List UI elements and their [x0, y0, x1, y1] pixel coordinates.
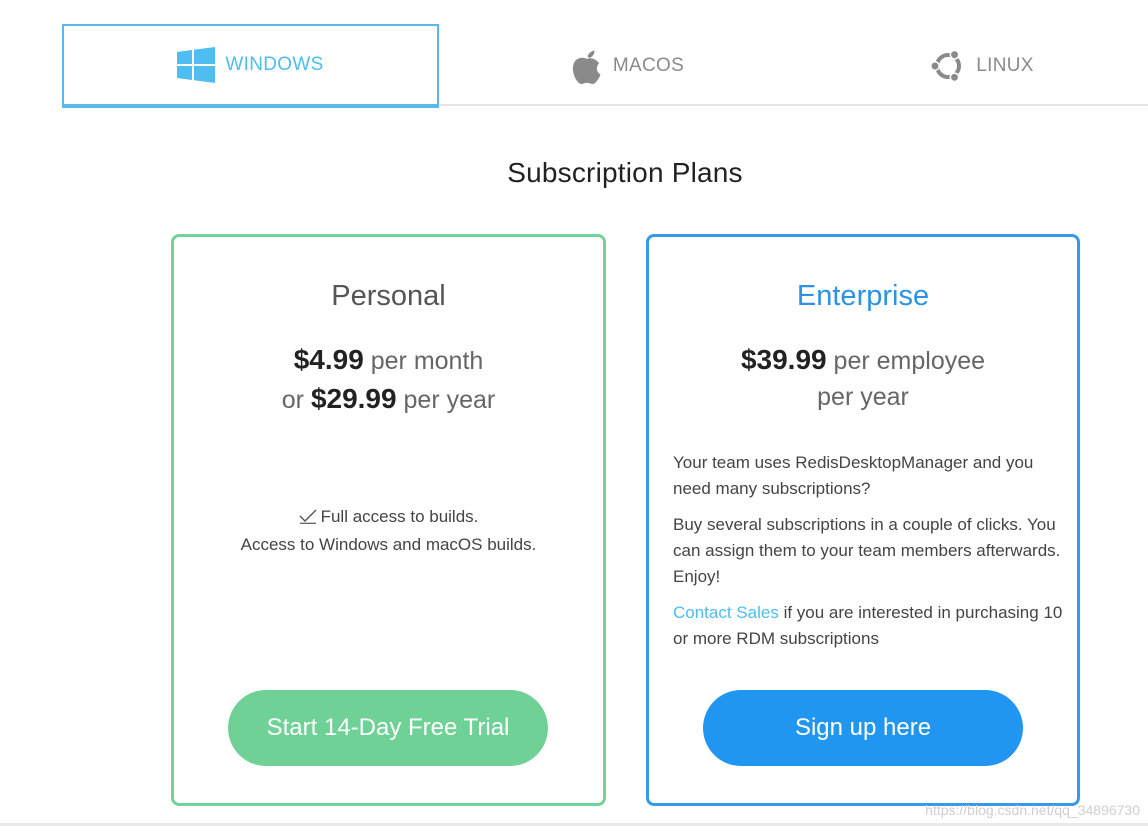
- apple-icon: [571, 47, 603, 85]
- tab-windows[interactable]: WINDOWS: [62, 24, 439, 108]
- tab-label: MACOS: [612, 55, 685, 76]
- tab-linux[interactable]: LINUX: [816, 24, 1148, 108]
- feature-item: Full access to builds.: [174, 504, 603, 532]
- plan-name: Personal: [331, 280, 446, 312]
- price-or: or: [281, 386, 304, 414]
- windows-icon: [177, 47, 216, 83]
- contact-sales-link[interactable]: Contact Sales: [673, 603, 779, 622]
- enterprise-description: Buy several subscriptions in a couple of…: [673, 515, 1061, 586]
- tab-label: WINDOWS: [225, 54, 324, 75]
- sign-up-button[interactable]: Sign up here: [703, 690, 1023, 766]
- ubuntu-icon: [930, 48, 966, 84]
- feature-item: Access to Windows and macOS builds.: [174, 532, 603, 558]
- price-period: per year: [403, 386, 496, 414]
- feature-list: Full access to builds. Access to Windows…: [174, 504, 603, 558]
- checkmark-icon: [299, 506, 317, 532]
- feature-text: Full access to builds.: [320, 507, 479, 526]
- enterprise-description: Your team uses RedisDesktopManager and y…: [673, 453, 1034, 498]
- tab-macos[interactable]: MACOS: [439, 24, 816, 108]
- price-period: per year: [817, 383, 909, 411]
- price-amount: $4.99: [293, 344, 364, 375]
- price-amount: $39.99: [740, 344, 827, 375]
- price-amount: $29.99: [310, 383, 397, 414]
- plan-card-enterprise: Enterprise $39.99 per employee per year …: [646, 234, 1080, 806]
- plan-card-personal: Personal $4.99 per month or $29.99 per y…: [171, 234, 606, 806]
- feature-text: Access to Windows and macOS builds.: [240, 535, 537, 554]
- page-title: Subscription Plans: [507, 157, 743, 188]
- price-yearly: or $29.99 per year: [174, 383, 603, 415]
- price-monthly: $4.99 per month: [174, 344, 603, 376]
- price-period: per month: [370, 347, 484, 375]
- tab-label: LINUX: [976, 55, 1034, 76]
- price-employee: $39.99 per employee: [649, 344, 1077, 376]
- plan-name: Enterprise: [796, 280, 930, 312]
- watermark: https://blog.csdn.net/qq_34896730: [925, 802, 1140, 818]
- price-period: per employee: [833, 347, 986, 375]
- enterprise-contact-note: Contact Sales if you are interested in p…: [673, 600, 1063, 652]
- price-period-line: per year: [649, 383, 1077, 412]
- start-trial-button[interactable]: Start 14-Day Free Trial: [228, 690, 548, 766]
